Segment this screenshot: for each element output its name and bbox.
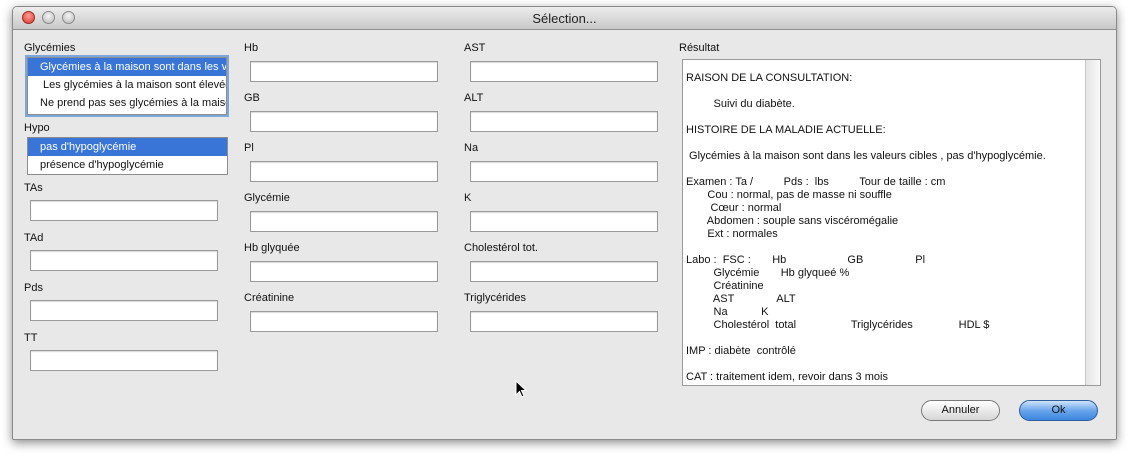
gb-field[interactable] [250, 111, 438, 132]
glycemies-label: Glycémies [24, 42, 76, 54]
k-label: K [464, 192, 472, 204]
tt-label: TT [24, 332, 38, 344]
glycemies-list[interactable]: Glycémies à la maison sont dans les vale… [27, 57, 227, 115]
tas-label: TAs [24, 182, 43, 194]
title-bar: Sélection... [13, 7, 1116, 30]
glycemie-label: Glycémie [244, 192, 290, 204]
hb-glyquee-label: Hb glyquée [244, 242, 300, 254]
glycemies-option[interactable]: Ne prend pas ses glycémies à la maison [28, 94, 226, 112]
hb-field[interactable] [250, 61, 438, 82]
tad-field[interactable] [30, 250, 218, 271]
result-scrollbar[interactable] [1085, 60, 1100, 385]
glycemies-option[interactable]: Les glycémies à la maison sont élevées [28, 76, 226, 94]
creatinine-field[interactable] [250, 311, 438, 332]
cholesterol-label: Cholestérol tot. [464, 242, 538, 254]
hb-label: Hb [244, 42, 259, 54]
selection-dialog: Sélection... Glycémies Glycémies à la ma… [12, 6, 1117, 440]
na-label: Na [464, 142, 479, 154]
hypo-option[interactable]: pas d'hypoglycémie [28, 138, 227, 156]
result-textarea[interactable]: RAISON DE LA CONSULTATION: Suivi du diab… [682, 59, 1101, 386]
hb-glyquee-field[interactable] [250, 261, 438, 282]
tas-field[interactable] [30, 200, 218, 221]
tt-field[interactable] [30, 350, 218, 371]
tad-label: TAd [24, 232, 44, 244]
result-text[interactable]: RAISON DE LA CONSULTATION: Suivi du diab… [683, 60, 1100, 384]
na-field[interactable] [470, 161, 658, 182]
glycemies-option[interactable]: Glycémies à la maison sont dans les vale… [28, 58, 226, 76]
triglycerides-field[interactable] [470, 311, 658, 332]
pds-label: Pds [24, 282, 43, 294]
glycemie-field[interactable] [250, 211, 438, 232]
window-title: Sélection... [532, 11, 597, 26]
cholesterol-field[interactable] [470, 261, 658, 282]
result-label: Résultat [679, 42, 720, 54]
pl-label: Pl [244, 142, 254, 154]
mouse-pointer-icon [515, 380, 527, 398]
k-field[interactable] [470, 211, 658, 232]
triglycerides-label: Triglycérides [464, 292, 526, 304]
alt-field[interactable] [470, 111, 658, 132]
pds-field[interactable] [30, 300, 218, 321]
hypo-option[interactable]: présence d'hypoglycémie [28, 156, 227, 174]
creatinine-label: Créatinine [244, 292, 295, 304]
pl-field[interactable] [250, 161, 438, 182]
hypo-label: Hypo [24, 122, 50, 134]
cancel-button[interactable]: Annuler [921, 400, 1000, 421]
ast-field[interactable] [470, 61, 658, 82]
hypo-list[interactable]: pas d'hypoglycémie présence d'hypoglycém… [27, 137, 228, 175]
ast-label: AST [464, 42, 486, 54]
alt-label: ALT [464, 92, 484, 104]
gb-label: GB [244, 92, 260, 104]
ok-button[interactable]: Ok [1019, 400, 1098, 421]
